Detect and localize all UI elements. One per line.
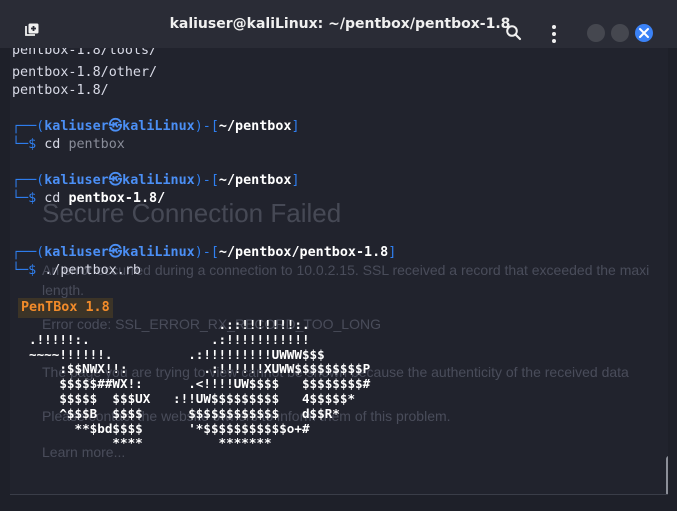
command-line: └─$ cd pentbox-1.8/ — [12, 190, 165, 208]
maximize-button[interactable] — [611, 24, 629, 42]
prompt-user: kaliuser — [44, 245, 109, 260]
prompt-prefix: ┌──( — [12, 245, 45, 260]
prompt-at: ㉿ — [108, 245, 123, 260]
prompt-host: kaliLinux — [122, 245, 195, 260]
prompt-line: ┌──(kaliuser㉿kaliLinux)-[~/pentbox] — [12, 172, 300, 190]
listing-line: pentbox-1.8/other/ — [12, 65, 158, 80]
prompt-user: kaliuser — [44, 173, 109, 188]
prompt-line: ┌──(kaliuser㉿kaliLinux)-[~/pentbox] — [12, 118, 300, 136]
prompt-prefix: ┌──( — [12, 173, 45, 188]
terminal-window: kaliuser@kaliLinux: ~/pentbox/pentbox-1.… — [0, 0, 677, 511]
command-line: └─$ cd pentbox — [12, 136, 125, 154]
listing-line: pentbox-1.8/tools/ — [12, 48, 158, 58]
prompt-host: kaliLinux — [122, 119, 195, 134]
prompt-user: kaliuser — [44, 119, 109, 134]
prompt-mid: )-[ — [194, 173, 219, 188]
prompt-suffix: ] — [388, 245, 397, 260]
scrollbar-thumb[interactable] — [666, 456, 668, 494]
command-prefix: └─$ — [12, 263, 45, 278]
command-prefix: └─$ — [12, 137, 45, 152]
command-name: cd — [44, 137, 61, 152]
prompt-prefix: ┌──( — [12, 119, 45, 134]
pentbox-banner: PenTBox 1.8 — [18, 298, 113, 318]
command-name: cd — [44, 191, 61, 206]
overlay-line: length. — [42, 282, 85, 298]
command-name: ./pentbox.rb — [44, 263, 141, 278]
prompt-mid: )-[ — [194, 119, 219, 134]
terminal-bottom-border — [10, 494, 668, 495]
prompt-mid: )-[ — [194, 245, 219, 260]
listing-line: pentbox-1.8/ — [12, 83, 109, 98]
prompt-path: ~/pentbox — [218, 173, 292, 188]
ascii-art-logo: .::!!!!!!!:. .!!!!!:. .:!!!!!!!!!!! ~~~~… — [29, 317, 371, 451]
command-argument: pentbox-1.8/ — [68, 191, 166, 206]
command-argument: pentbox — [68, 137, 125, 152]
prompt-line: ┌──(kaliuser㉿kaliLinux)-[~/pentbox/pentb… — [12, 244, 396, 262]
close-button[interactable] — [635, 24, 653, 42]
command-prefix: └─$ — [12, 191, 45, 206]
minimize-button[interactable] — [587, 24, 605, 42]
prompt-host: kaliLinux — [122, 173, 195, 188]
prompt-path: ~/pentbox/pentbox-1.8 — [218, 245, 389, 260]
kebab-menu-icon[interactable] — [546, 24, 562, 44]
prompt-path: ~/pentbox — [218, 119, 292, 134]
prompt-at: ㉿ — [108, 119, 123, 134]
prompt-at: ㉿ — [108, 173, 123, 188]
close-icon — [639, 28, 649, 38]
search-icon[interactable] — [505, 24, 523, 42]
title-bar: kaliuser@kaliLinux: ~/pentbox/pentbox-1.… — [0, 0, 677, 48]
new-tab-icon[interactable] — [24, 22, 40, 38]
terminal-output[interactable]: Secure Connection Failed An error occurr… — [10, 48, 668, 494]
prompt-suffix: ] — [291, 173, 300, 188]
command-line: └─$ ./pentbox.rb — [12, 262, 141, 280]
window-title: kaliuser@kaliLinux: ~/pentbox/pentbox-1.… — [169, 16, 511, 32]
prompt-suffix: ] — [291, 119, 300, 134]
